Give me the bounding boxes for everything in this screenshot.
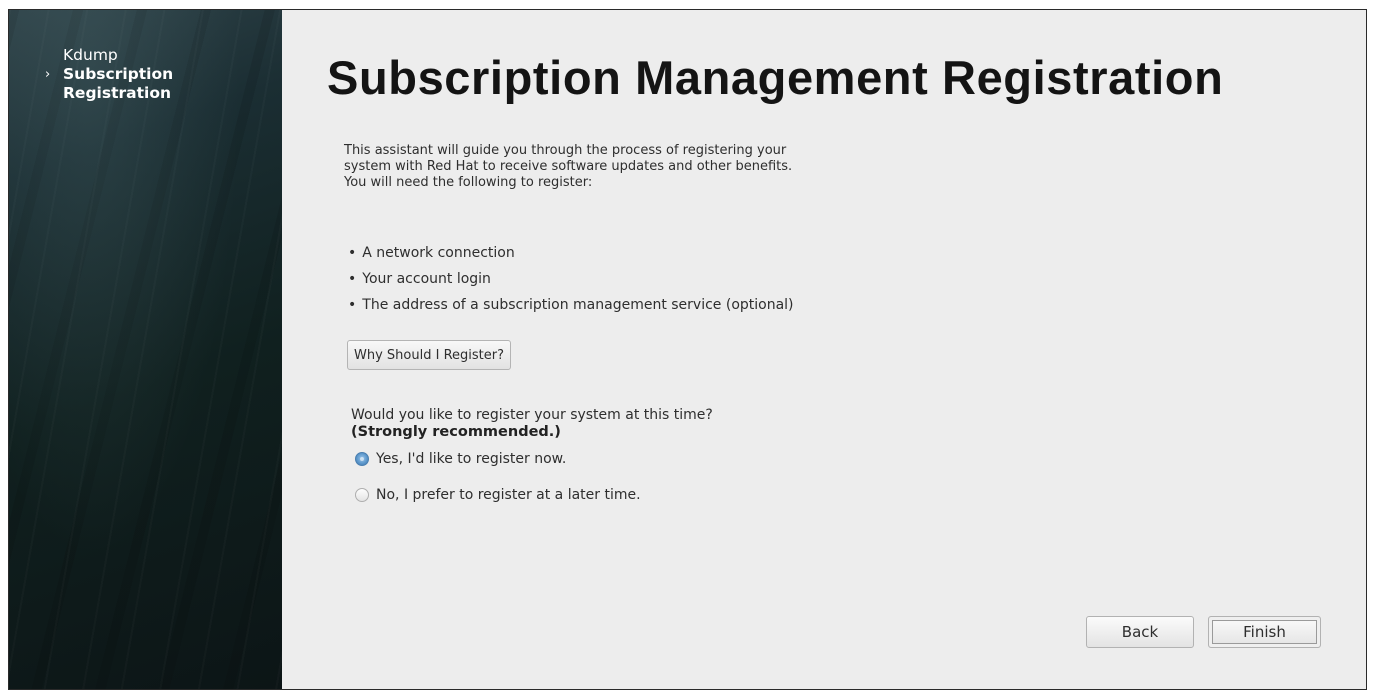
register-later-option[interactable]: No, I prefer to register at a later time… <box>355 487 641 503</box>
content-area: Subscription Management Registration Thi… <box>282 10 1366 689</box>
step-subscription-registration: › Subscription Registration <box>45 65 173 103</box>
question-emphasis: (Strongly recommended.) <box>351 424 561 440</box>
radio-selected-icon[interactable] <box>355 452 369 466</box>
steps-sidebar: Kdump › Subscription Registration <box>9 10 282 689</box>
option-label: No, I prefer to register at a later time… <box>376 487 641 503</box>
sidebar-background <box>9 10 282 689</box>
register-question: Would you like to register your system a… <box>351 407 751 441</box>
intro-text: This assistant will guide you through th… <box>344 143 793 190</box>
step-label: Kdump <box>63 46 118 64</box>
step-list: Kdump › Subscription Registration <box>45 46 173 103</box>
list-item: • Your account login <box>348 271 491 287</box>
radio-unselected-icon[interactable] <box>355 488 369 502</box>
option-label: Yes, I'd like to register now. <box>376 451 567 467</box>
bullet-icon: • <box>348 297 357 313</box>
window-frame: Kdump › Subscription Registration Subscr… <box>8 9 1367 690</box>
why-register-button[interactable]: Why Should I Register? <box>347 340 511 370</box>
list-item: • A network connection <box>348 245 515 261</box>
question-text: Would you like to register your system a… <box>351 407 713 423</box>
requirements-list: • A network connection • Your account logi… <box>348 242 794 320</box>
bullet-icon: • <box>348 271 357 287</box>
step-label: Subscription Registration <box>63 65 174 102</box>
current-step-arrow-icon: › <box>45 67 51 82</box>
finish-button[interactable]: Finish <box>1208 616 1321 648</box>
register-now-option[interactable]: Yes, I'd like to register now. <box>355 451 566 467</box>
back-button[interactable]: Back <box>1086 616 1194 648</box>
list-item: • The address of a subscription managemen… <box>348 297 794 313</box>
bullet-icon: • <box>348 245 357 261</box>
step-kdump: Kdump <box>45 46 173 65</box>
page-title: Subscription Management Registration <box>327 51 1224 104</box>
